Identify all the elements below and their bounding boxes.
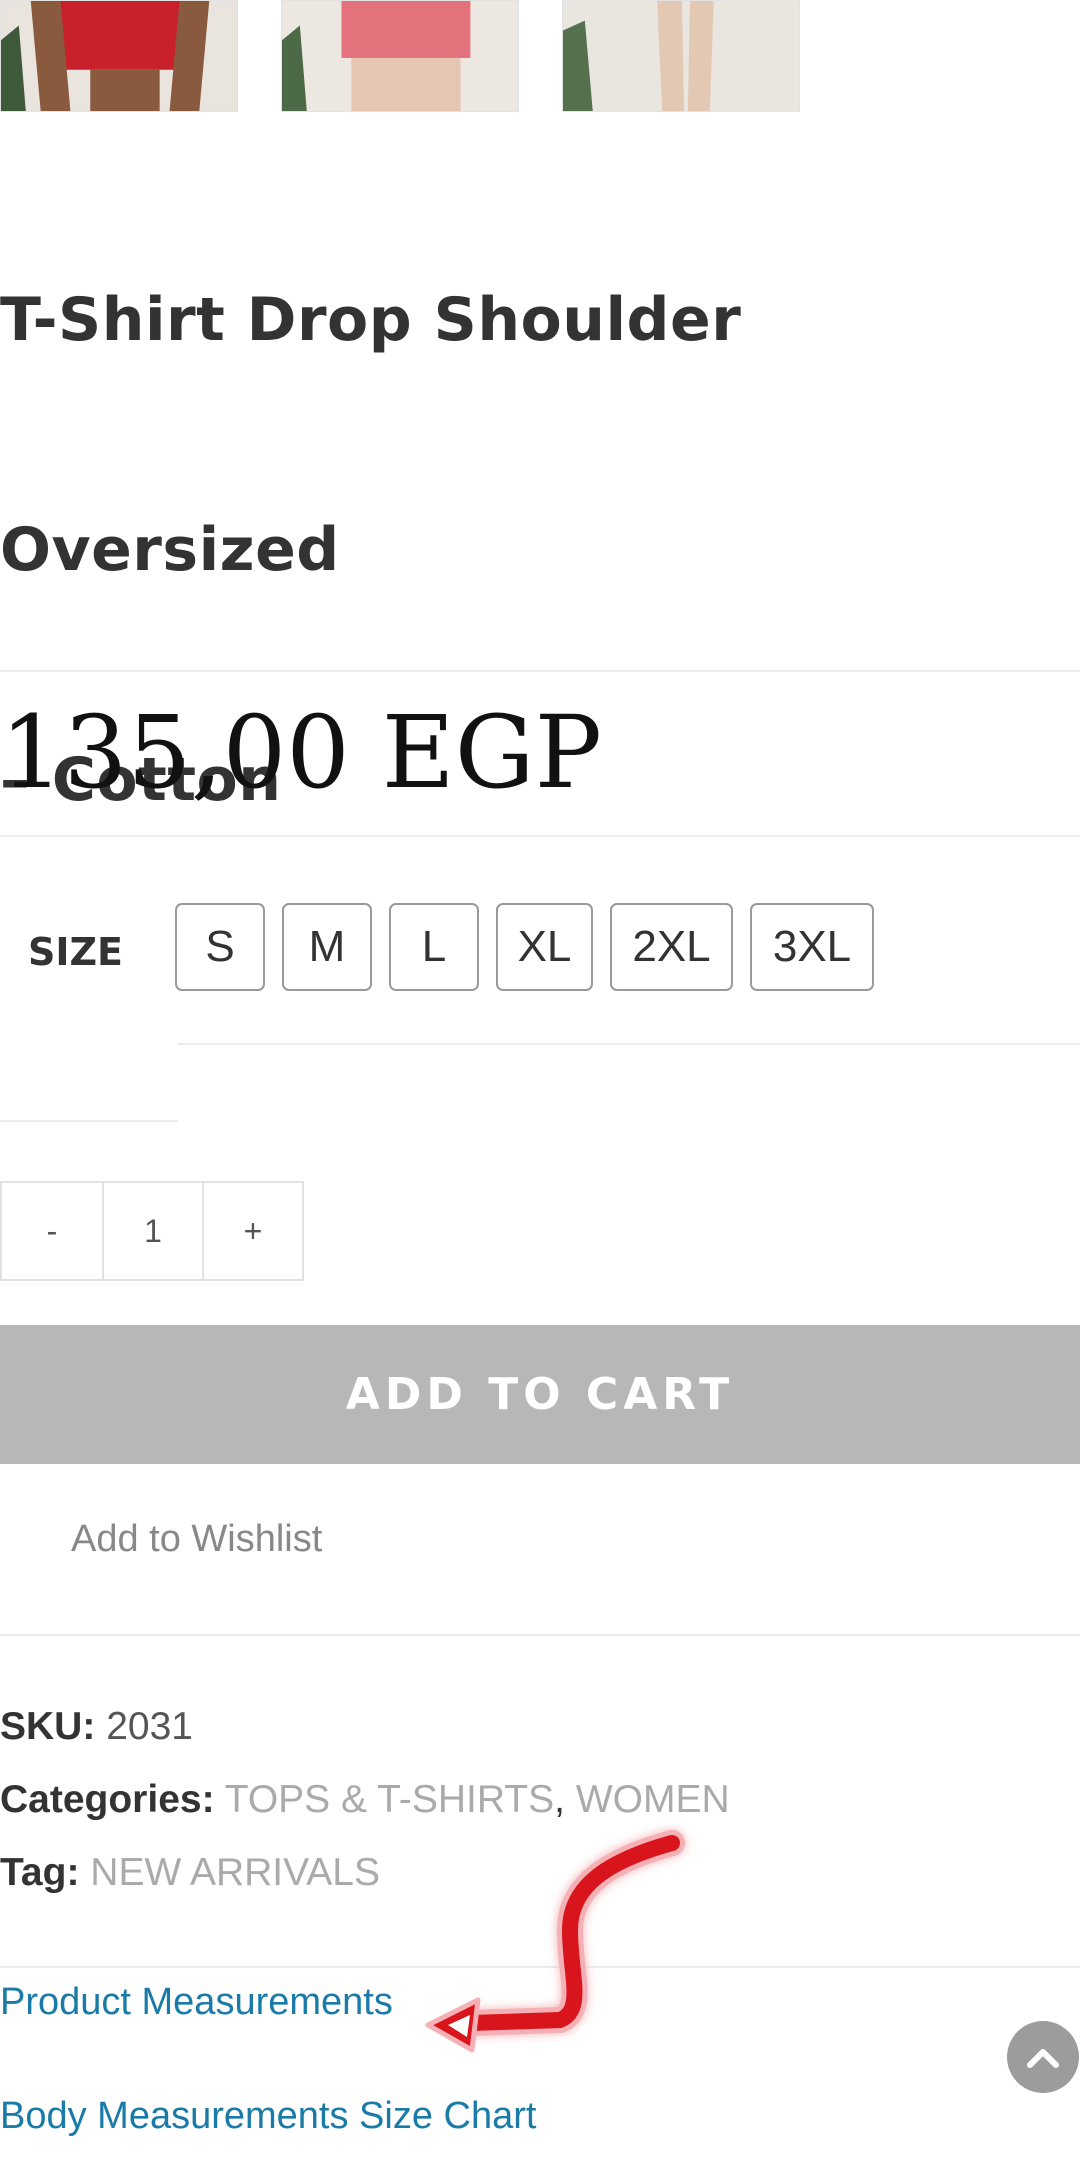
thumbnail-white[interactable] <box>562 0 800 112</box>
category-separator: , <box>554 1778 565 1821</box>
thumbnail-red[interactable] <box>0 0 238 112</box>
sku-row: SKU: 2031 <box>0 1705 193 1749</box>
sku-value: 2031 <box>106 1705 193 1748</box>
size-option-2xl[interactable]: 2XL <box>610 903 733 991</box>
tag-label: Tag: <box>0 1851 80 1894</box>
product-thumbnails <box>0 0 1080 112</box>
size-option-l[interactable]: L <box>389 903 479 991</box>
category-link-tops[interactable]: TOPS & T-SHIRTS <box>225 1778 554 1821</box>
quantity-stepper: - 1 + <box>0 1181 304 1281</box>
annotation-arrow-icon <box>425 1830 685 2053</box>
divider <box>0 835 1080 837</box>
size-option-s[interactable]: S <box>175 903 265 991</box>
size-option-xl[interactable]: XL <box>496 903 593 991</box>
quantity-decrease-button[interactable]: - <box>2 1183 102 1279</box>
scroll-to-top-button[interactable] <box>1007 2021 1079 2093</box>
body-measurements-link[interactable]: Body Measurements Size Chart <box>0 2095 536 2138</box>
categories-label: Categories: <box>0 1778 215 1821</box>
tag-link-new-arrivals[interactable]: NEW ARRIVALS <box>90 1851 380 1894</box>
add-to-cart-button[interactable]: ADD TO CART <box>0 1325 1080 1464</box>
category-link-women[interactable]: WOMEN <box>576 1778 730 1821</box>
product-price: 135,00 EGP <box>0 694 602 811</box>
size-option-3xl[interactable]: 3XL <box>750 903 874 991</box>
quantity-increase-button[interactable]: + <box>204 1183 302 1279</box>
product-measurements-link[interactable]: Product Measurements <box>0 1981 393 2024</box>
size-option-m[interactable]: M <box>282 903 372 991</box>
divider <box>0 1120 178 1122</box>
tag-row: Tag: NEW ARRIVALS <box>0 1851 380 1895</box>
categories-row: Categories: TOPS & T-SHIRTS, WOMEN <box>0 1778 730 1822</box>
quantity-input[interactable]: 1 <box>104 1183 202 1279</box>
chevron-up-icon <box>1027 2049 1059 2068</box>
divider <box>178 1043 1080 1045</box>
sku-label: SKU: <box>0 1705 96 1748</box>
size-label: SIZE <box>28 930 124 974</box>
divider <box>0 1634 1080 1636</box>
product-title-line1: T-Shirt Drop Shoulder Oversized <box>0 285 742 585</box>
thumbnail-pink[interactable] <box>281 0 519 112</box>
add-to-wishlist-link[interactable]: Add to Wishlist <box>71 1518 322 1561</box>
divider <box>0 670 1080 672</box>
